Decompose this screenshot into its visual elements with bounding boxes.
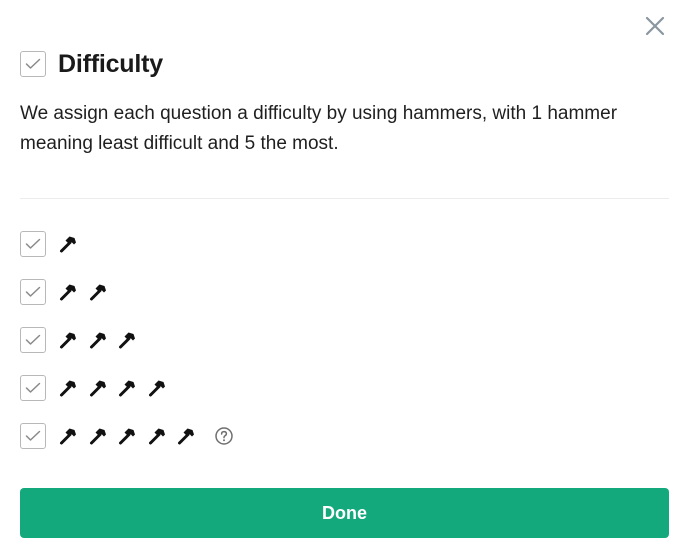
difficulty-select-all-checkbox[interactable] bbox=[20, 51, 46, 77]
difficulty-options-list bbox=[20, 230, 234, 470]
done-button[interactable]: Done bbox=[20, 488, 669, 538]
checkmark-icon bbox=[25, 286, 41, 297]
difficulty-option-checkbox[interactable] bbox=[20, 231, 46, 257]
hammer-icon bbox=[119, 380, 135, 397]
hammer-icon bbox=[178, 428, 194, 445]
hammer-icon bbox=[117, 330, 137, 350]
checkmark-icon bbox=[25, 238, 41, 249]
dialog-title: Difficulty bbox=[58, 50, 163, 78]
hammer-icon bbox=[147, 378, 167, 398]
difficulty-option-3[interactable] bbox=[20, 326, 234, 354]
hammer-rating bbox=[58, 330, 147, 350]
hammer-icon bbox=[148, 380, 165, 397]
hammer-icon bbox=[58, 330, 78, 350]
difficulty-option-checkbox[interactable] bbox=[20, 279, 46, 305]
checkmark-icon bbox=[25, 382, 41, 393]
hammer-icon bbox=[88, 426, 108, 446]
difficulty-option-4[interactable] bbox=[20, 374, 234, 402]
hammer-icon bbox=[88, 378, 108, 398]
hammer-icon bbox=[88, 282, 108, 302]
hammer-icon bbox=[58, 234, 78, 254]
difficulty-option-2[interactable] bbox=[20, 278, 234, 306]
hammer-icon bbox=[60, 428, 76, 445]
difficulty-option-checkbox[interactable] bbox=[20, 327, 46, 353]
dialog-description: We assign each question a difficulty by … bbox=[20, 103, 618, 154]
hammer-icon bbox=[89, 380, 106, 397]
hammer-icon bbox=[60, 380, 76, 397]
hammer-icon bbox=[60, 332, 76, 349]
hammer-icon bbox=[89, 332, 106, 349]
checkmark-icon bbox=[25, 58, 41, 69]
hammer-icon bbox=[148, 428, 165, 445]
difficulty-option-5[interactable] bbox=[20, 422, 234, 450]
checkmark-icon bbox=[25, 430, 41, 441]
hammer-icon bbox=[89, 284, 106, 301]
hammer-icon bbox=[147, 426, 167, 446]
hammer-icon bbox=[119, 428, 135, 445]
hammer-icon bbox=[58, 282, 78, 302]
hammer-icon bbox=[117, 426, 137, 446]
hammer-rating bbox=[58, 234, 88, 254]
hammer-icon bbox=[60, 284, 76, 301]
help-icon[interactable] bbox=[214, 426, 234, 446]
hammer-rating bbox=[58, 282, 117, 302]
hammer-icon bbox=[88, 330, 108, 350]
hammer-rating bbox=[58, 378, 176, 398]
hammer-icon bbox=[89, 428, 106, 445]
difficulty-option-checkbox[interactable] bbox=[20, 375, 46, 401]
close-icon bbox=[645, 16, 665, 36]
difficulty-option-1[interactable] bbox=[20, 230, 234, 258]
hammer-icon bbox=[58, 426, 78, 446]
hammer-icon bbox=[58, 378, 78, 398]
hammer-rating bbox=[58, 426, 206, 446]
difficulty-option-checkbox[interactable] bbox=[20, 423, 46, 449]
question-circle-icon bbox=[214, 427, 233, 445]
hammer-icon bbox=[60, 236, 76, 253]
hammer-icon bbox=[119, 332, 135, 349]
divider bbox=[20, 198, 669, 199]
hammer-icon bbox=[176, 426, 196, 446]
hammer-icon bbox=[117, 378, 137, 398]
difficulty-dialog: Difficulty We assign each question a dif… bbox=[0, 0, 697, 557]
checkmark-icon bbox=[25, 334, 41, 345]
dialog-header: Difficulty bbox=[20, 50, 163, 78]
close-button[interactable] bbox=[641, 12, 669, 40]
